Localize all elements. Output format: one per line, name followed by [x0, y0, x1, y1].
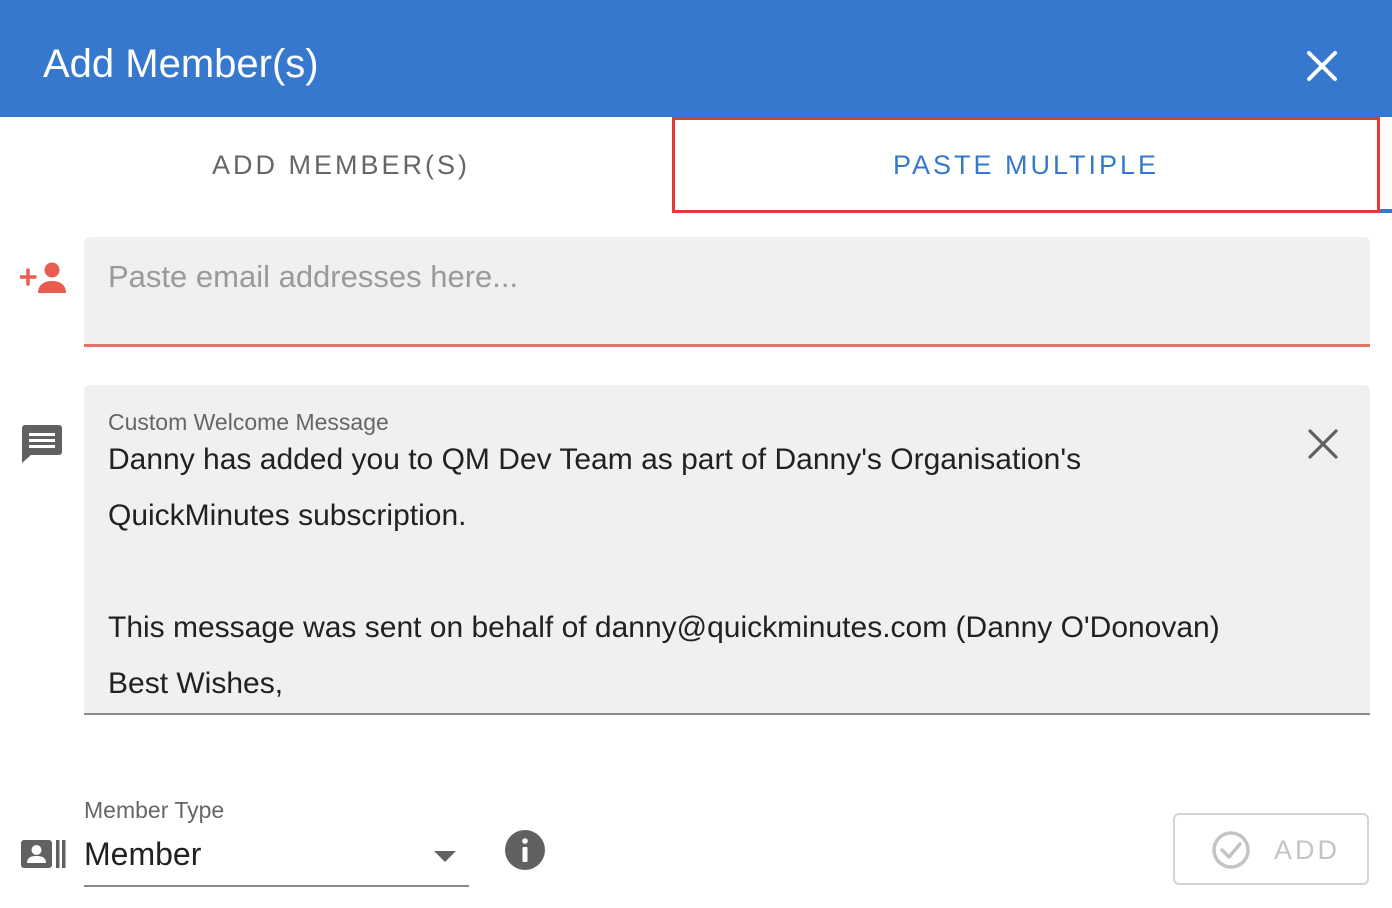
caret-down-icon: [434, 851, 456, 862]
member-type-label: Member Type: [84, 797, 225, 823]
contact-card-icon: [21, 840, 66, 868]
add-button[interactable]: ADD: [1173, 813, 1369, 885]
email-paste-placeholder: Paste email addresses here...: [108, 259, 519, 294]
message-icon: [22, 425, 62, 463]
close-icon[interactable]: [1302, 46, 1342, 86]
welcome-message-textarea[interactable]: Custom Welcome Message Danny has added y…: [84, 385, 1370, 715]
welcome-message-line: Danny has added you to QM Dev Team as pa…: [108, 443, 1082, 476]
member-type-value: Member: [84, 836, 202, 872]
member-type-select[interactable]: Member: [84, 830, 469, 887]
add-button-label: ADD: [1274, 835, 1341, 865]
welcome-message-line: QuickMinutes subscription.: [108, 499, 467, 532]
info-icon[interactable]: [504, 829, 546, 871]
tab-active-indicator: [1380, 209, 1392, 213]
welcome-message-line: Best Wishes,: [108, 667, 284, 700]
welcome-message-line: This message was sent on behalf of danny…: [108, 611, 1220, 644]
tab-add-members[interactable]: ADD MEMBER(S): [0, 117, 682, 213]
email-paste-input[interactable]: Paste email addresses here...: [84, 237, 1370, 347]
dialog-header: Add Member(s): [0, 0, 1392, 117]
tab-paste-multiple[interactable]: PASTE MULTIPLE: [672, 117, 1380, 213]
welcome-message-label: Custom Welcome Message: [108, 409, 389, 435]
dialog-title: Add Member(s): [43, 42, 319, 86]
clear-message-icon[interactable]: [1306, 427, 1340, 461]
tab-bar: ADD MEMBER(S) PASTE MULTIPLE: [0, 117, 1392, 213]
check-circle-icon: [1212, 831, 1250, 869]
person-add-icon: [20, 262, 66, 293]
